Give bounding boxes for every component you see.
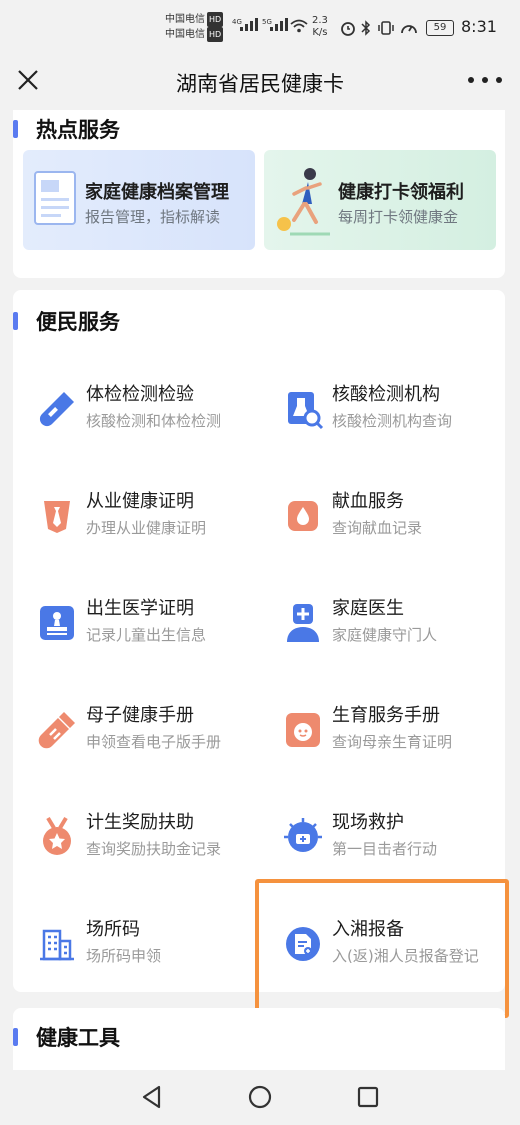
title-bar: 湖南省居民健康卡 xyxy=(0,54,520,110)
service-name: 家庭医生 xyxy=(332,598,404,619)
speed-unit: K/s xyxy=(312,27,328,38)
service-name: 献血服务 xyxy=(332,491,404,512)
health-tools-card: 健康工具 xyxy=(13,1008,505,1070)
medal-icon xyxy=(43,816,71,855)
more-dot-icon xyxy=(496,77,502,83)
service-name: 母子健康手册 xyxy=(86,705,194,726)
carrier-1: 中国电信 xyxy=(165,14,205,25)
service-desc: 第一目击者行动 xyxy=(332,840,438,858)
service-name: 现场救护 xyxy=(332,812,404,833)
service-medical-testing[interactable]: 体检检测检验 核酸检测和体检检测 xyxy=(26,378,266,468)
hot-services-card: 热点服务 家庭健康档案管理 报告管理，指标解读 健康打卡领福利 每周打卡领健康金 xyxy=(13,110,505,278)
runner-icon xyxy=(277,168,330,236)
more-dot-icon xyxy=(468,77,474,83)
service-desc: 查询献血记录 xyxy=(332,519,423,537)
service-desc: 申领查看电子版手册 xyxy=(86,733,222,751)
signal-1-icon xyxy=(240,18,258,31)
battery-indicator: 59 xyxy=(426,20,454,36)
service-name: 核酸检测机构 xyxy=(332,384,440,405)
hd-badge-1: HD xyxy=(207,12,224,27)
more-menu-button[interactable] xyxy=(468,66,502,94)
bluetooth-icon xyxy=(361,20,371,36)
service-family-doctor[interactable]: 家庭医生 家庭健康守门人 xyxy=(272,592,512,682)
vibrate-icon xyxy=(378,21,394,35)
section-title: 健康工具 xyxy=(36,1026,120,1050)
document-report-icon xyxy=(34,171,76,225)
doctor-icon xyxy=(287,604,319,642)
status-bar: 中国电信 HD 中国电信 HD 4G 5G 2.3 K/s 59 8:31 xyxy=(0,0,520,54)
baby-bottle-icon xyxy=(38,712,75,749)
service-blood-donation[interactable]: 献血服务 查询献血记录 xyxy=(272,485,512,575)
scroll-content[interactable]: 热点服务 家庭健康档案管理 报告管理，指标解读 健康打卡领福利 每周打卡领健康金… xyxy=(0,110,520,1070)
health-tools-header: 健康工具 xyxy=(13,1022,120,1052)
service-employment-health-certificate[interactable]: 从业健康证明 办理从业健康证明 xyxy=(26,485,266,575)
carrier-labels: 中国电信 HD 中国电信 HD xyxy=(165,12,224,42)
more-dot-icon xyxy=(482,77,488,83)
service-desc: 家庭健康守门人 xyxy=(332,626,438,644)
stamp-icon xyxy=(40,606,74,640)
service-maternity-handbook[interactable]: 生育服务手册 查询母亲生育证明 xyxy=(272,699,512,789)
banner-subtitle: 报告管理，指标解读 xyxy=(85,208,221,226)
banner-title: 家庭健康档案管理 xyxy=(85,182,229,203)
wifi-icon xyxy=(290,19,308,33)
test-tube-icon xyxy=(39,392,74,427)
service-mother-child-handbook[interactable]: 母子健康手册 申领查看电子版手册 xyxy=(26,699,266,789)
alarm-icon xyxy=(341,22,355,36)
baby-face-icon xyxy=(286,713,320,747)
service-desc: 核酸检测和体检检测 xyxy=(86,412,222,430)
tie-certificate-icon xyxy=(44,501,70,533)
page-title: 湖南省居民健康卡 xyxy=(176,72,344,96)
building-icon xyxy=(40,929,74,961)
service-family-planning-rewards[interactable]: 计生奖励扶助 查询奖励扶助金记录 xyxy=(26,806,266,896)
highlight-annotation xyxy=(255,879,509,1018)
service-desc: 办理从业健康证明 xyxy=(86,519,207,537)
back-icon[interactable] xyxy=(137,1082,167,1112)
service-name: 出生医学证明 xyxy=(86,598,194,619)
hd-badge-2: HD xyxy=(207,27,224,42)
section-accent-bar xyxy=(13,1028,18,1046)
service-venue-code[interactable]: 场所码 场所码申领 xyxy=(26,913,266,1003)
blood-drop-icon xyxy=(288,501,318,531)
service-desc: 场所码申领 xyxy=(86,947,162,965)
carrier-2: 中国电信 xyxy=(165,29,205,40)
section-title: 便民服务 xyxy=(36,310,120,334)
recent-apps-icon[interactable] xyxy=(353,1082,383,1112)
section-accent-bar xyxy=(13,120,18,138)
system-navigation-bar xyxy=(0,1070,520,1125)
speedometer-icon xyxy=(401,25,417,34)
service-desc: 查询奖励扶助金记录 xyxy=(86,840,222,858)
convenience-header: 便民服务 xyxy=(13,306,120,336)
clock: 8:31 xyxy=(461,17,497,36)
signal-2-icon xyxy=(270,18,288,31)
service-name: 计生奖励扶助 xyxy=(86,812,194,833)
service-name: 场所码 xyxy=(86,919,140,940)
section-title: 热点服务 xyxy=(36,118,120,142)
rescue-icon xyxy=(284,818,322,852)
service-desc: 记录儿童出生信息 xyxy=(86,626,207,644)
lab-search-icon xyxy=(288,392,324,430)
home-icon[interactable] xyxy=(245,1082,275,1112)
service-desc: 查询母亲生育证明 xyxy=(332,733,453,751)
service-nucleic-acid-institutions[interactable]: 核酸检测机构 核酸检测机构查询 xyxy=(272,378,512,468)
network-speed: 2.3 K/s xyxy=(312,15,328,39)
service-name: 从业健康证明 xyxy=(86,491,194,512)
banner-family-health-records[interactable]: 家庭健康档案管理 报告管理，指标解读 xyxy=(23,150,255,250)
hot-services-header: 热点服务 xyxy=(13,114,120,144)
banner-subtitle: 每周打卡领健康金 xyxy=(338,208,459,226)
service-birth-certificate[interactable]: 出生医学证明 记录儿童出生信息 xyxy=(26,592,266,682)
service-name: 生育服务手册 xyxy=(332,705,440,726)
banner-title: 健康打卡领福利 xyxy=(338,182,464,203)
speed-value: 2.3 xyxy=(312,15,328,26)
service-name: 体检检测检验 xyxy=(86,384,194,405)
section-accent-bar xyxy=(13,312,18,330)
banner-health-checkin[interactable]: 健康打卡领福利 每周打卡领健康金 xyxy=(264,150,496,250)
service-desc: 核酸检测机构查询 xyxy=(332,412,453,430)
